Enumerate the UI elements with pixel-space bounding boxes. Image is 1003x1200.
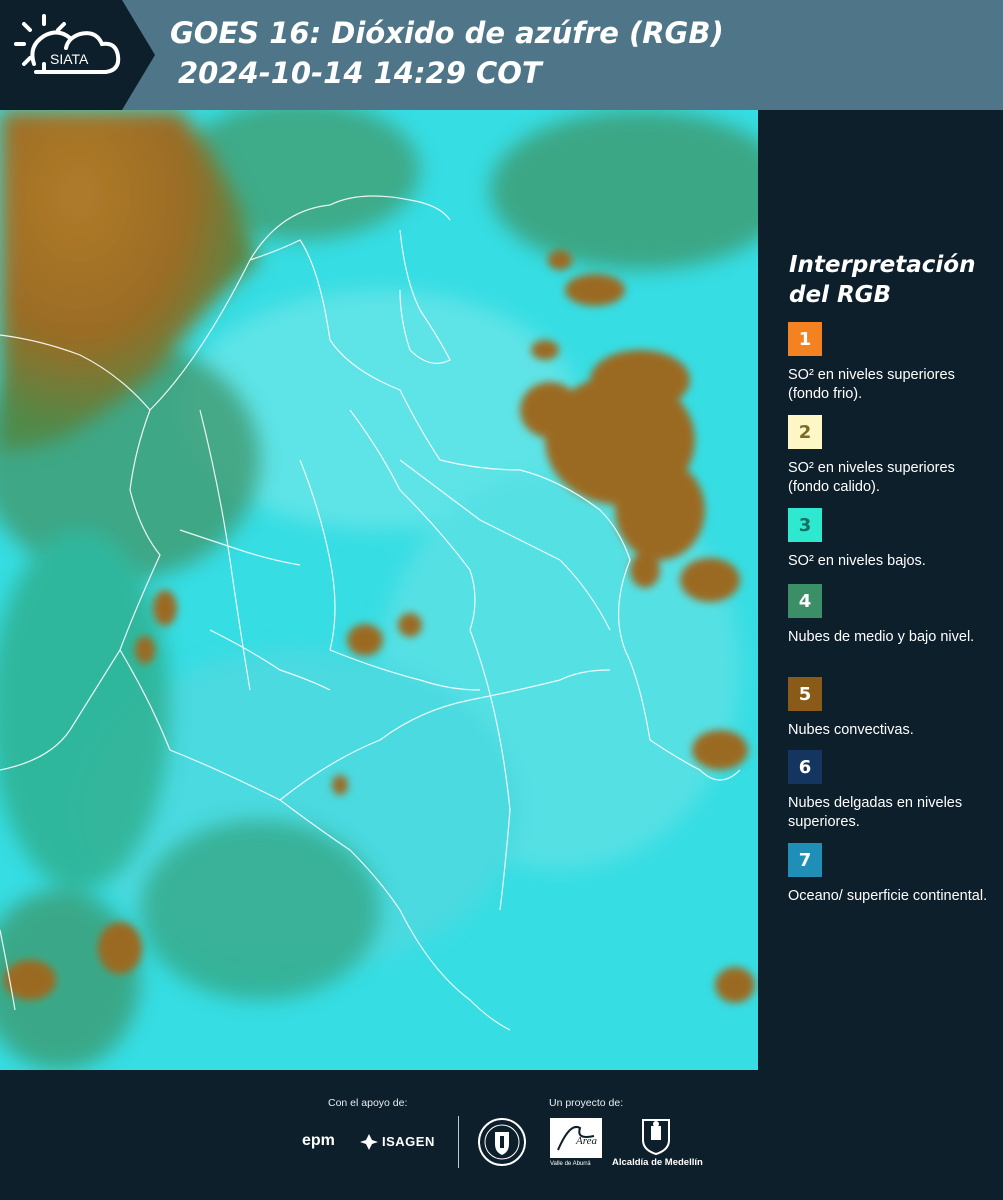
legend-item: 4 Nubes de medio y bajo nivel. [788, 584, 993, 647]
svg-text:Área: Área [575, 1135, 597, 1147]
legend-panel: Interpretación del RGB 1 SO² en niveles … [776, 110, 1003, 1070]
svg-text:SIATA: SIATA [50, 51, 89, 67]
shield-icon [642, 1119, 670, 1156]
sun-cloud-icon: SIATA [14, 14, 121, 74]
legend-label: SO² en niveles bajos. [788, 553, 926, 569]
legend-swatch: 3 [788, 508, 822, 542]
support-label: Con el apoyo de: [328, 1097, 408, 1109]
epm-logo: epm [302, 1132, 335, 1149]
satellite-image [0, 110, 758, 1070]
timestamp: 2024-10-14 14:29 COT [178, 56, 542, 90]
header-bar: SIATA GOES 16: Dióxido de azúfre (RGB) 2… [0, 0, 1003, 110]
legend-swatch: 1 [788, 322, 822, 356]
legend-label: Nubes de medio y bajo nivel. [788, 629, 975, 645]
legend-label: Nubes convectivas. [788, 722, 914, 738]
page-title: GOES 16: Dióxido de azúfre (RGB) [170, 16, 724, 50]
isagen-icon [360, 1134, 378, 1150]
legend-item: 2 SO² en niveles superiores (fondo calid… [788, 415, 993, 497]
area-metropolitana-logo: Área METROPOLITANA Valle de Aburrá [550, 1118, 602, 1168]
alcaldia-medellin-logo: Alcaldía de Medellín [612, 1157, 703, 1168]
legend-item: 6 Nubes delgadas en niveles superiores. [788, 750, 993, 832]
footer: Con el apoyo de: Un proyecto de: epm ISA… [0, 1070, 1003, 1200]
legend-item: 1 SO² en niveles superiores (fondo frio)… [788, 322, 993, 404]
legend-swatch: 2 [788, 415, 822, 449]
legend-label: Nubes delgadas en niveles superiores. [788, 795, 963, 830]
legend-swatch: 5 [788, 677, 822, 711]
legend-item: 7 Oceano/ superficie continental. [788, 843, 993, 906]
legend-label: Oceano/ superficie continental. [788, 888, 988, 904]
isagen-logo: ISAGEN [382, 1134, 435, 1149]
project-label: Un proyecto de: [549, 1097, 624, 1109]
legend-swatch: 7 [788, 843, 822, 877]
area-metropolitana-text: METROPOLITANA Valle de Aburrá [550, 1154, 601, 1167]
legend-label: SO² en niveles superiores (fondo calido)… [788, 460, 955, 495]
legend-item: 3 SO² en niveles bajos. [788, 508, 993, 571]
legend-swatch: 4 [788, 584, 822, 618]
siata-logo: SIATA [0, 0, 155, 110]
footer-divider [458, 1116, 459, 1168]
legend-item: 5 Nubes convectivas. [788, 677, 993, 740]
seal-icon [478, 1118, 526, 1166]
legend-swatch: 6 [788, 750, 822, 784]
legend-label: SO² en niveles superiores (fondo frio). [788, 367, 955, 402]
legend-title: Interpretación del RGB [789, 252, 976, 308]
